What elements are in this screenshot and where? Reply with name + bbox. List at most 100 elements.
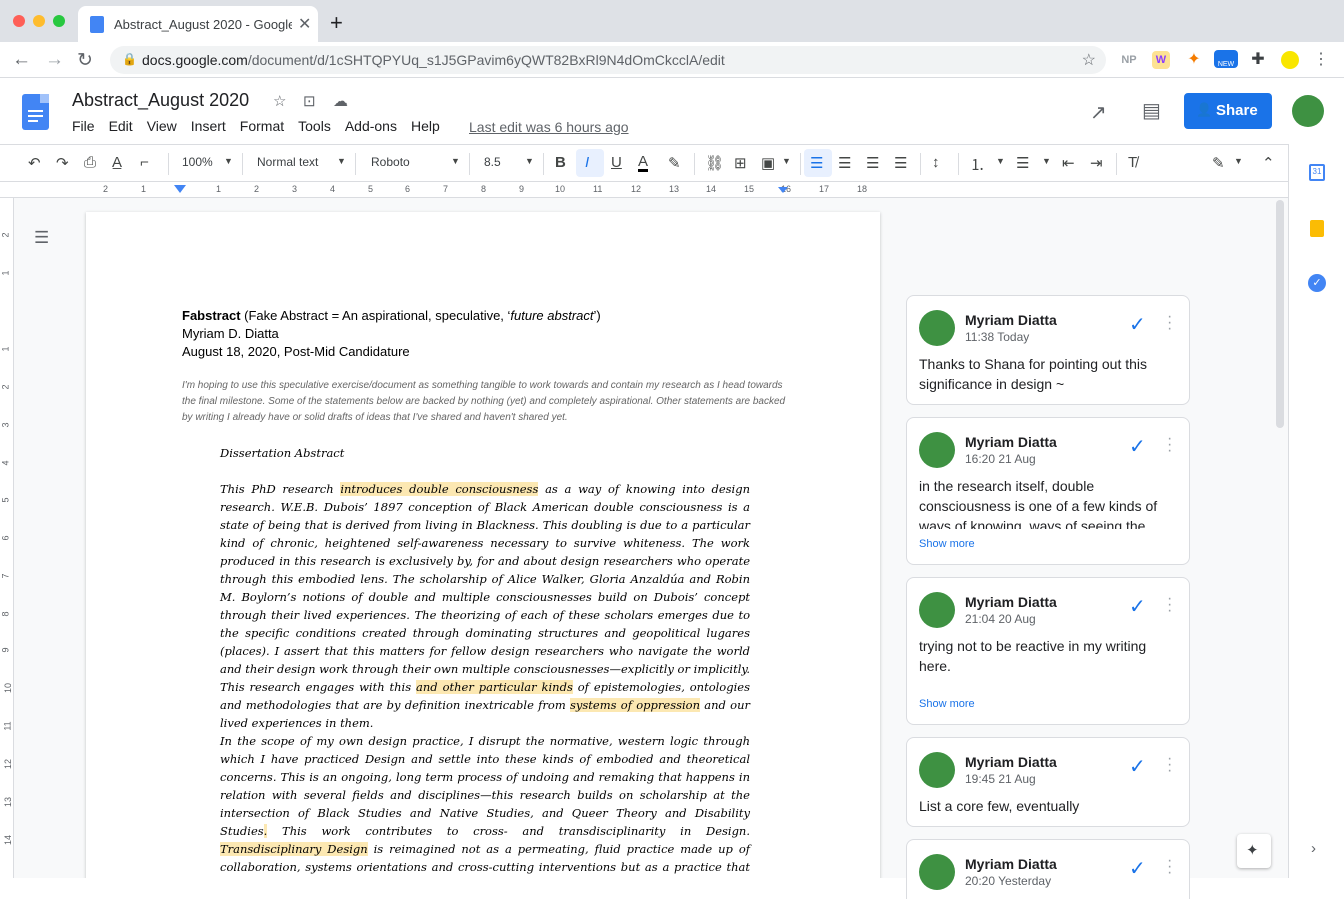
document-outline-icon[interactable]: ☰	[34, 228, 49, 248]
extension-new-icon[interactable]: NEW	[1214, 50, 1238, 68]
more-options-icon[interactable]: · · ·	[1167, 591, 1172, 619]
image-dropdown-icon[interactable]: ▼	[782, 156, 791, 166]
menu-view[interactable]: View	[147, 118, 177, 134]
clear-formatting-icon[interactable]: T̸	[1128, 154, 1137, 171]
resolve-check-icon[interactable]: ✓	[1129, 312, 1146, 337]
font-select[interactable]: Roboto	[371, 155, 410, 169]
highlight-comment-anchor[interactable]: introduces double consciousness	[340, 482, 539, 496]
editing-mode-icon[interactable]: ✎	[1212, 154, 1225, 172]
resolve-check-icon[interactable]: ✓	[1129, 856, 1146, 881]
font-dropdown-icon[interactable]: ▼	[451, 156, 460, 166]
back-icon[interactable]: ←	[12, 49, 31, 71]
align-justify-icon[interactable]: ☰	[894, 154, 907, 172]
keep-icon[interactable]	[1310, 220, 1324, 237]
align-left-icon[interactable]: ☰	[810, 154, 823, 172]
extension-w-icon[interactable]: W	[1152, 51, 1170, 69]
docs-home-icon[interactable]	[22, 94, 49, 130]
document-page[interactable]: Fabstract (Fake Abstract = An aspiration…	[86, 212, 880, 878]
browser-tab[interactable]: Abstract_August 2020 - Google Docs ✕	[78, 6, 318, 42]
window-minimize-button[interactable]	[33, 15, 45, 27]
more-options-icon[interactable]: · · ·	[1167, 431, 1172, 459]
paint-format-icon[interactable]: ⌐	[140, 154, 149, 171]
bulleted-list-icon[interactable]: ☰	[1016, 154, 1029, 172]
more-options-icon[interactable]: · · ·	[1167, 853, 1172, 881]
forward-icon[interactable]: →	[45, 49, 64, 71]
highlight-color-icon[interactable]: ✎	[668, 154, 681, 172]
line-spacing-icon[interactable]: ↕	[932, 154, 940, 171]
right-indent-marker[interactable]	[778, 187, 788, 193]
last-edit-link[interactable]: Last edit was 6 hours ago	[469, 119, 629, 135]
share-button[interactable]: 👤 Share	[1184, 93, 1272, 129]
show-more-link[interactable]: Show more	[919, 698, 975, 710]
more-options-icon[interactable]: · · ·	[1167, 309, 1172, 337]
style-select[interactable]: Normal text	[257, 155, 318, 169]
menu-help[interactable]: Help	[411, 118, 440, 134]
more-options-icon[interactable]: · · ·	[1167, 751, 1172, 779]
bold-icon[interactable]: B	[555, 154, 566, 171]
increase-indent-icon[interactable]: ⇥	[1090, 154, 1103, 172]
menu-tools[interactable]: Tools	[298, 118, 331, 134]
tasks-icon[interactable]: ✓	[1308, 274, 1326, 292]
highlight-comment-anchor[interactable]: systems of oppression	[570, 698, 701, 712]
insert-link-icon[interactable]: ⛓	[705, 154, 724, 172]
highlight-comment-anchor[interactable]: Transdisciplinary Design	[220, 842, 368, 856]
url-input[interactable]: 🔒 docs.google.com/document/d/1cSHTQPYUq_…	[110, 46, 1106, 74]
left-indent-marker[interactable]	[174, 185, 186, 193]
comment-card[interactable]: Myriam Diatta 19:45 21 Aug ✓ · · · List a …	[906, 737, 1190, 827]
print-icon[interactable]: ⎙	[84, 154, 96, 171]
comment-card[interactable]: Myriam Diatta 11:38 Today ✓ · · · Thanks t…	[906, 295, 1190, 405]
window-zoom-button[interactable]	[53, 15, 65, 27]
cloud-status-icon[interactable]: ☁	[333, 92, 348, 110]
font-size-select[interactable]: 8.5	[484, 155, 501, 169]
underline-icon[interactable]: U	[611, 154, 622, 171]
editing-mode-dropdown-icon[interactable]: ▼	[1234, 156, 1243, 166]
vertical-scrollbar[interactable]	[1276, 200, 1284, 428]
resolve-check-icon[interactable]: ✓	[1129, 594, 1146, 619]
account-avatar[interactable]	[1292, 95, 1324, 127]
activity-trend-icon[interactable]: ↗	[1090, 100, 1107, 125]
numbered-list-dropdown-icon[interactable]: ▼	[996, 156, 1005, 166]
comment-card[interactable]: Myriam Diatta 21:04 20 Aug ✓ · · · trying …	[906, 577, 1190, 725]
highlight-comment-anchor[interactable]: and other particular kinds	[416, 680, 573, 694]
redo-icon[interactable]: ↷	[56, 154, 69, 172]
bookmark-star-icon[interactable]: ☆	[1082, 50, 1096, 70]
zoom-select[interactable]: 100%	[182, 155, 213, 169]
new-tab-button[interactable]: +	[330, 10, 343, 36]
browser-menu-icon[interactable]: ⋮	[1312, 51, 1330, 69]
move-folder-icon[interactable]: ⊡	[303, 92, 316, 110]
align-right-icon[interactable]: ☰	[866, 154, 879, 172]
calendar-icon[interactable]: 31	[1309, 164, 1325, 181]
horizontal-ruler[interactable]: 2 1 1 2 3 4 5 6 7 8 9 10 11 12 13 14 15 …	[0, 182, 1288, 198]
reload-icon[interactable]: ↻	[77, 49, 93, 72]
menu-format[interactable]: Format	[240, 118, 284, 134]
menu-edit[interactable]: Edit	[109, 118, 133, 134]
align-center-icon[interactable]: ☰	[838, 154, 851, 172]
extension-np-icon[interactable]: NP	[1120, 51, 1138, 69]
font-size-dropdown-icon[interactable]: ▼	[525, 156, 534, 166]
insert-image-icon[interactable]: ▣	[761, 154, 775, 172]
text-color-icon[interactable]: A	[638, 154, 649, 172]
menu-file[interactable]: File	[72, 118, 95, 134]
tab-close-icon[interactable]: ✕	[298, 14, 311, 34]
comments-icon[interactable]: ▤	[1142, 98, 1161, 123]
expand-panel-icon[interactable]: ›	[1311, 840, 1316, 857]
profile-avatar-icon[interactable]	[1281, 51, 1299, 69]
resolve-check-icon[interactable]: ✓	[1129, 754, 1146, 779]
undo-icon[interactable]: ↶	[28, 154, 41, 172]
zoom-dropdown-icon[interactable]: ▼	[224, 156, 233, 166]
menu-insert[interactable]: Insert	[191, 118, 226, 134]
bulleted-list-dropdown-icon[interactable]: ▼	[1042, 156, 1051, 166]
style-dropdown-icon[interactable]: ▼	[337, 156, 346, 166]
resolve-check-icon[interactable]: ✓	[1129, 434, 1146, 459]
document-title[interactable]: Abstract_August 2020	[72, 90, 249, 111]
extensions-puzzle-icon[interactable]: ✚	[1249, 51, 1267, 69]
show-more-link[interactable]: Show more	[919, 538, 975, 550]
comment-card[interactable]: Myriam Diatta 20:20 Yesterday ✓ · · ·	[906, 839, 1190, 899]
star-icon[interactable]: ☆	[273, 92, 286, 110]
window-close-button[interactable]	[13, 15, 25, 27]
spellcheck-icon[interactable]: A̲	[112, 154, 122, 171]
comment-card[interactable]: Myriam Diatta 16:20 21 Aug ✓ · · · in the …	[906, 417, 1190, 565]
numbered-list-icon[interactable]: ⒈	[970, 154, 985, 175]
extension-flame-icon[interactable]: ✦	[1185, 51, 1203, 69]
explore-button[interactable]: ✦	[1237, 834, 1271, 868]
